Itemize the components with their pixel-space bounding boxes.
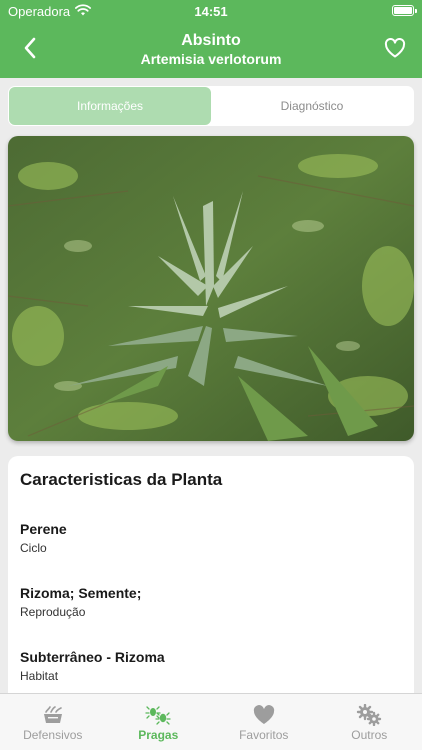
status-bar: Operadora 14:51 bbox=[0, 0, 422, 24]
tab-defensivos[interactable]: Defensivos bbox=[0, 694, 106, 750]
tab-label: Defensivos bbox=[23, 728, 83, 742]
attribute-value: Subterrâneo - Rizoma bbox=[20, 649, 165, 665]
heart-icon bbox=[253, 704, 275, 726]
attribute-value: Perene bbox=[20, 521, 67, 537]
page-subtitle: Artemisia verlotorum bbox=[140, 51, 282, 67]
sprayer-icon bbox=[42, 704, 64, 726]
page-title: Absinto bbox=[181, 32, 241, 49]
tab-outros[interactable]: Outros bbox=[317, 694, 422, 750]
attribute-value: Rizoma; Semente; bbox=[20, 585, 142, 601]
attribute-label: Ciclo bbox=[20, 541, 47, 555]
chevron-left-icon bbox=[23, 37, 37, 64]
attribute-ciclo: Perene Ciclo bbox=[20, 521, 402, 556]
navigation-bar: Absinto Artemisia verlotorum bbox=[0, 24, 422, 78]
nav-titles: Absinto Artemisia verlotorum bbox=[60, 31, 362, 68]
tab-label: Pragas bbox=[138, 728, 179, 742]
bugs-icon bbox=[145, 704, 171, 726]
attribute-label: Habitat bbox=[20, 669, 59, 683]
heart-outline-icon bbox=[384, 37, 406, 63]
favorite-button[interactable] bbox=[380, 35, 410, 65]
tab-pragas[interactable]: Pragas bbox=[106, 694, 212, 750]
plant-photo bbox=[8, 136, 414, 441]
tab-informacoes[interactable]: Informações bbox=[9, 87, 211, 125]
attribute-reproducao: Rizoma; Semente; Reprodução bbox=[20, 585, 402, 620]
tab-diagnostico[interactable]: Diagnóstico bbox=[211, 87, 413, 125]
battery-icon bbox=[392, 5, 417, 16]
characteristics-title: Caracteristicas da Planta bbox=[20, 470, 223, 489]
tab-favoritos[interactable]: Favoritos bbox=[211, 694, 317, 750]
clock: 14:51 bbox=[194, 4, 228, 19]
tab-label: Outros bbox=[351, 728, 388, 742]
attribute-habitat: Subterrâneo - Rizoma Habitat bbox=[20, 649, 402, 684]
gears-icon bbox=[356, 704, 382, 726]
back-button[interactable] bbox=[16, 36, 44, 64]
attribute-label: Reprodução bbox=[20, 605, 86, 619]
tab-bar: Defensivos Pragas Favoritos Outros bbox=[0, 693, 422, 750]
segmented-control: Informações Diagnóstico bbox=[8, 86, 414, 126]
tab-label: Favoritos bbox=[239, 728, 289, 742]
